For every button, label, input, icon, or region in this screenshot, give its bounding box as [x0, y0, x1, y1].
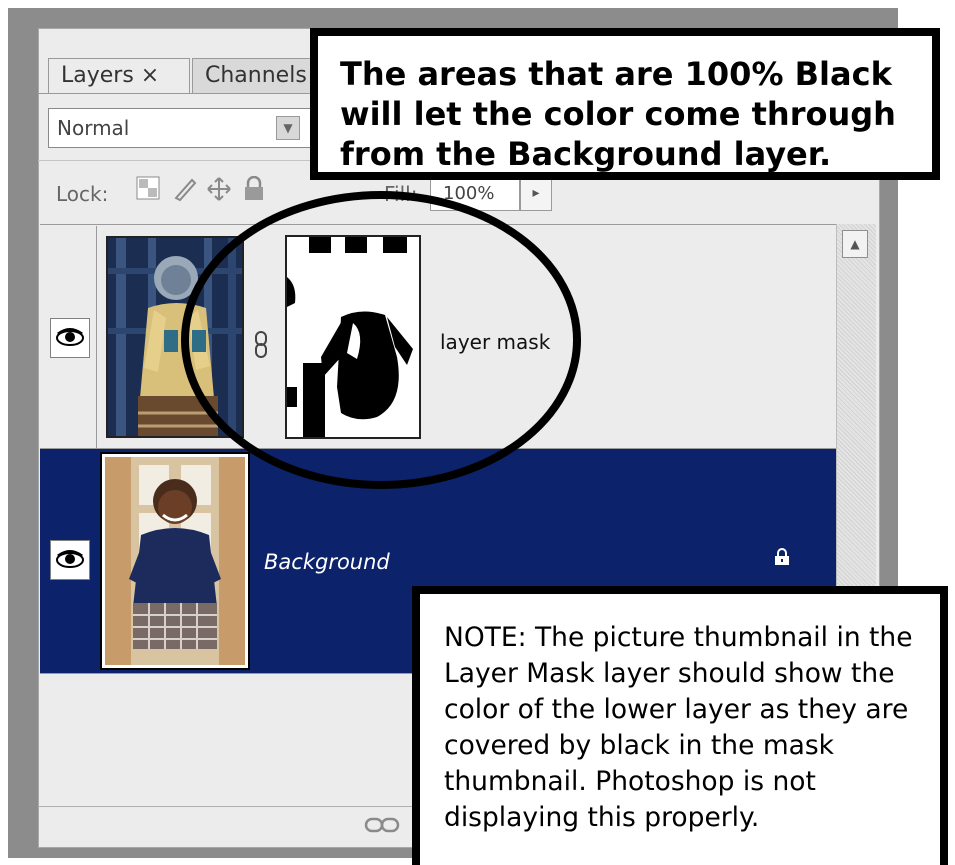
layer-thumbnail[interactable] [106, 236, 244, 438]
fill-input[interactable]: 100% [430, 175, 520, 211]
fill-label: Fill: [384, 182, 418, 206]
mask-thumbnail[interactable] [285, 235, 421, 439]
tab-channels[interactable]: Channels [192, 58, 322, 94]
callout-top: The areas that are 100% Black will let t… [310, 28, 940, 180]
scroll-up-button[interactable]: ▲ [842, 230, 868, 258]
padlock-icon[interactable] [242, 175, 266, 208]
chevron-down-icon[interactable]: ▼ [276, 116, 300, 140]
blend-mode-select[interactable]: Normal [48, 108, 312, 148]
move-lock-icon[interactable] [206, 176, 232, 208]
mask-link-icon[interactable] [253, 330, 269, 365]
brush-lock-icon[interactable] [172, 176, 198, 208]
tab-layers[interactable]: Layers × [48, 58, 190, 94]
layer-name[interactable]: Background [264, 550, 390, 574]
callout-note: NOTE: The picture thumbnail in the Layer… [412, 586, 948, 865]
lock-label: Lock: [56, 182, 109, 206]
eye-icon[interactable] [50, 540, 90, 580]
transparency-lock-icon[interactable] [136, 176, 160, 206]
fill-slider-button[interactable]: ▸ [520, 175, 552, 211]
visibility-column-divider [96, 226, 97, 448]
link-layers-icon[interactable] [364, 812, 400, 842]
eye-icon[interactable] [50, 318, 90, 358]
layer-name[interactable]: layer mask [440, 330, 550, 354]
background-thumbnail[interactable] [100, 452, 250, 670]
padlock-icon [774, 548, 790, 571]
